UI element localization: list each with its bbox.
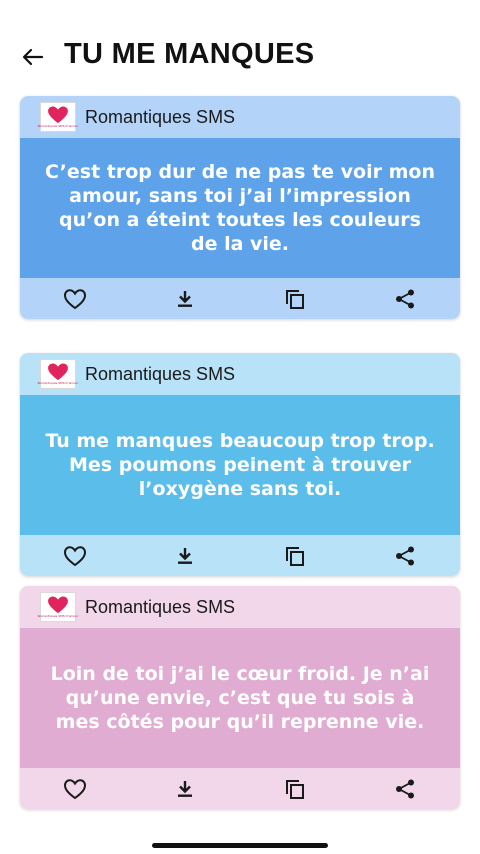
favorite-button[interactable]: [20, 768, 130, 809]
card-actions: [20, 278, 460, 319]
download-icon: [178, 547, 192, 564]
card-body: Tu me manques beaucoup trop trop. Mes po…: [20, 395, 460, 535]
favorite-button[interactable]: [20, 278, 130, 319]
heart-logo-icon: [48, 363, 68, 381]
copy-button[interactable]: [240, 278, 350, 319]
message-text: Tu me manques beaucoup trop trop. Mes po…: [45, 430, 435, 500]
logo-text: Romantiques SMS D'amour: [37, 124, 79, 128]
top-bar: TU ME MANQUES: [0, 0, 480, 96]
card-header: Romantiques SMS D'amour Romantiques SMS: [20, 96, 460, 138]
app-name: Romantiques SMS: [85, 106, 236, 127]
message-card: Romantiques SMS D'amour Romantiques SMS …: [20, 96, 460, 319]
download-button[interactable]: [130, 278, 240, 319]
message-card: Romantiques SMS D'amour Romantiques SMS …: [20, 353, 460, 576]
heart-logo-icon: [48, 106, 68, 124]
copy-icon: [286, 289, 304, 309]
logo-text: Romantiques SMS D'amour: [37, 381, 79, 385]
download-button[interactable]: [130, 535, 240, 576]
card-header: Romantiques SMS D'amour Romantiques SMS: [20, 586, 460, 628]
share-icon: [396, 289, 414, 308]
logo-text: Romantiques SMS D'amour: [37, 614, 79, 618]
app-name: Romantiques SMS: [85, 596, 236, 617]
copy-icon: [286, 779, 304, 799]
back-button[interactable]: [18, 42, 48, 72]
message-text: Loin de toi j’ai le cœur froid. Je n’ai …: [50, 663, 430, 733]
favorite-button[interactable]: [20, 535, 130, 576]
copy-button[interactable]: [240, 535, 350, 576]
app-name: Romantiques SMS: [85, 363, 236, 384]
card-header: Romantiques SMS D'amour Romantiques SMS: [20, 353, 460, 395]
page-title: TU ME MANQUES: [64, 38, 315, 70]
heart-icon: [63, 545, 87, 566]
card-actions: [20, 535, 460, 576]
share-button[interactable]: [350, 278, 460, 319]
copy-button[interactable]: [240, 768, 350, 809]
app-logo: Romantiques SMS D'amour: [37, 102, 79, 132]
heart-icon: [63, 778, 87, 799]
message-card: Romantiques SMS D'amour Romantiques SMS …: [20, 586, 460, 809]
app-logo: Romantiques SMS D'amour: [37, 592, 79, 622]
card-body: Loin de toi j’ai le cœur froid. Je n’ai …: [20, 628, 460, 768]
home-indicator[interactable]: [152, 843, 328, 848]
download-button[interactable]: [130, 768, 240, 809]
share-button[interactable]: [350, 535, 460, 576]
heart-icon: [63, 288, 87, 309]
share-icon: [396, 546, 414, 565]
share-button[interactable]: [350, 768, 460, 809]
message-text: C’est trop dur de ne pas te voir mon amo…: [45, 161, 435, 255]
card-body: C’est trop dur de ne pas te voir mon amo…: [20, 138, 460, 278]
card-actions: [20, 768, 460, 809]
download-icon: [178, 780, 192, 797]
heart-logo-icon: [48, 596, 68, 614]
download-icon: [178, 290, 192, 307]
arrow-left-icon: [22, 48, 44, 66]
share-icon: [396, 779, 414, 798]
copy-icon: [286, 546, 304, 566]
app-logo: Romantiques SMS D'amour: [37, 359, 79, 389]
